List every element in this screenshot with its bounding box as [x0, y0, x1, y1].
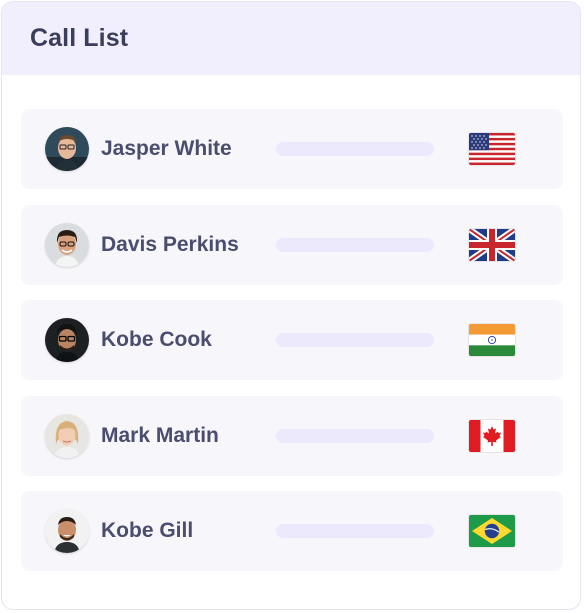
call-list-item[interactable]: Kobe Cook [21, 300, 563, 380]
call-progress-placeholder [276, 524, 434, 538]
avatar [45, 222, 89, 267]
call-list: Jasper White Davis Perkins Kobe Cook Mar… [21, 109, 563, 587]
contact-name: Kobe Cook [101, 328, 212, 351]
brazil-flag-icon [469, 515, 515, 547]
call-list-item[interactable]: Mark Martin [21, 395, 563, 476]
uk-flag-icon [469, 228, 515, 261]
card-title: Call List [30, 24, 129, 52]
call-list-card: Call List Jasper White Davis Perkins Kob… [1, 1, 581, 610]
call-list-item[interactable]: Kobe Gill [21, 491, 563, 571]
avatar [45, 127, 89, 171]
call-progress-placeholder [276, 333, 434, 347]
call-list-item[interactable]: Jasper White [21, 109, 563, 189]
avatar [45, 509, 89, 553]
card-header: Call List [2, 2, 580, 75]
call-list-item[interactable]: Davis Perkins [21, 204, 563, 285]
contact-name: Jasper White [101, 137, 232, 160]
canada-flag-icon [469, 419, 515, 452]
call-progress-placeholder [276, 237, 434, 252]
call-progress-placeholder [276, 142, 434, 156]
contact-name: Davis Perkins [101, 232, 239, 256]
contact-name: Mark Martin [101, 423, 219, 447]
call-progress-placeholder [276, 428, 434, 443]
avatar [45, 413, 89, 458]
india-flag-icon [469, 324, 515, 356]
us-flag-icon [469, 133, 515, 165]
avatar [45, 318, 89, 362]
contact-name: Kobe Gill [101, 519, 194, 542]
